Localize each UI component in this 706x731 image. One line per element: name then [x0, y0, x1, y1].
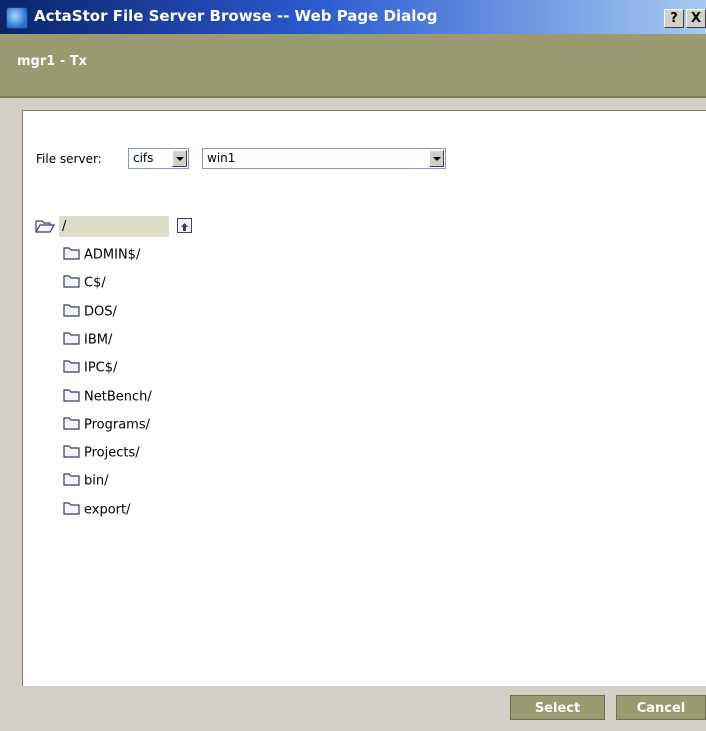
server-select-value: win1	[207, 151, 236, 165]
folder-icon	[63, 359, 81, 377]
folder-icon	[63, 472, 81, 490]
tree-item-label[interactable]: export/	[84, 502, 131, 517]
tree-item[interactable]: export/	[63, 501, 131, 521]
close-button[interactable]: X	[686, 9, 706, 28]
select-button[interactable]: Select	[510, 695, 605, 720]
cancel-button[interactable]: Cancel	[616, 695, 706, 720]
dialog-footer: Select Cancel	[0, 686, 706, 731]
tree-item-label[interactable]: ADMIN$/	[84, 248, 140, 263]
title-bar: ActaStor File Server Browse -- Web Page …	[0, 0, 706, 34]
open-folder-icon	[35, 218, 56, 238]
tree-item[interactable]: NetBench/	[63, 388, 152, 408]
file-server-label: File server:	[36, 152, 102, 166]
tree-item[interactable]: IBM/	[63, 331, 112, 351]
tree-item[interactable]: C$/	[63, 274, 106, 294]
tree-item-label[interactable]: DOS/	[84, 304, 117, 319]
tree-root-label[interactable]: /	[59, 216, 169, 237]
content-panel: File server: cifs win1 / ADMIN$/ C$/ DOS/I…	[22, 110, 706, 686]
tree-item-label[interactable]: C$/	[84, 276, 106, 291]
folder-up-icon[interactable]	[177, 218, 192, 233]
tree-item-label[interactable]: NetBench/	[84, 389, 152, 404]
tree-item[interactable]: DOS/	[63, 303, 117, 323]
folder-icon	[63, 274, 81, 292]
chevron-down-icon[interactable]	[172, 150, 187, 167]
folder-icon	[63, 388, 81, 406]
folder-icon	[63, 246, 81, 264]
tree-item-label[interactable]: Programs/	[84, 417, 150, 432]
tree-item-label[interactable]: Projects/	[84, 446, 140, 461]
tree-item[interactable]: bin/	[63, 472, 108, 492]
folder-icon	[63, 501, 81, 519]
chevron-down-icon[interactable]	[429, 150, 444, 167]
protocol-select-value: cifs	[133, 151, 154, 165]
ie-app-icon	[6, 7, 28, 29]
folder-icon	[63, 331, 81, 349]
header-subtitle: mgr1 - Tx	[17, 54, 88, 69]
tree-item[interactable]: Projects/	[63, 444, 140, 464]
protocol-select[interactable]: cifs	[128, 148, 189, 169]
tree-item-label[interactable]: IPC$/	[84, 361, 117, 376]
tree-item-label[interactable]: IBM/	[84, 332, 112, 347]
server-select[interactable]: win1	[202, 148, 446, 169]
folder-icon	[63, 444, 81, 462]
window-title: ActaStor File Server Browse -- Web Page …	[34, 7, 438, 25]
help-button[interactable]: ?	[664, 9, 684, 28]
tree-item[interactable]: Programs/	[63, 416, 150, 436]
tree-item[interactable]: IPC$/	[63, 359, 117, 379]
tree-item-label[interactable]: bin/	[84, 474, 108, 489]
folder-icon	[63, 303, 81, 321]
tree-root-row[interactable]: /	[35, 216, 192, 238]
tree-item[interactable]: ADMIN$/	[63, 246, 140, 266]
folder-icon	[63, 416, 81, 434]
dialog-header: mgr1 - Tx	[0, 34, 706, 98]
